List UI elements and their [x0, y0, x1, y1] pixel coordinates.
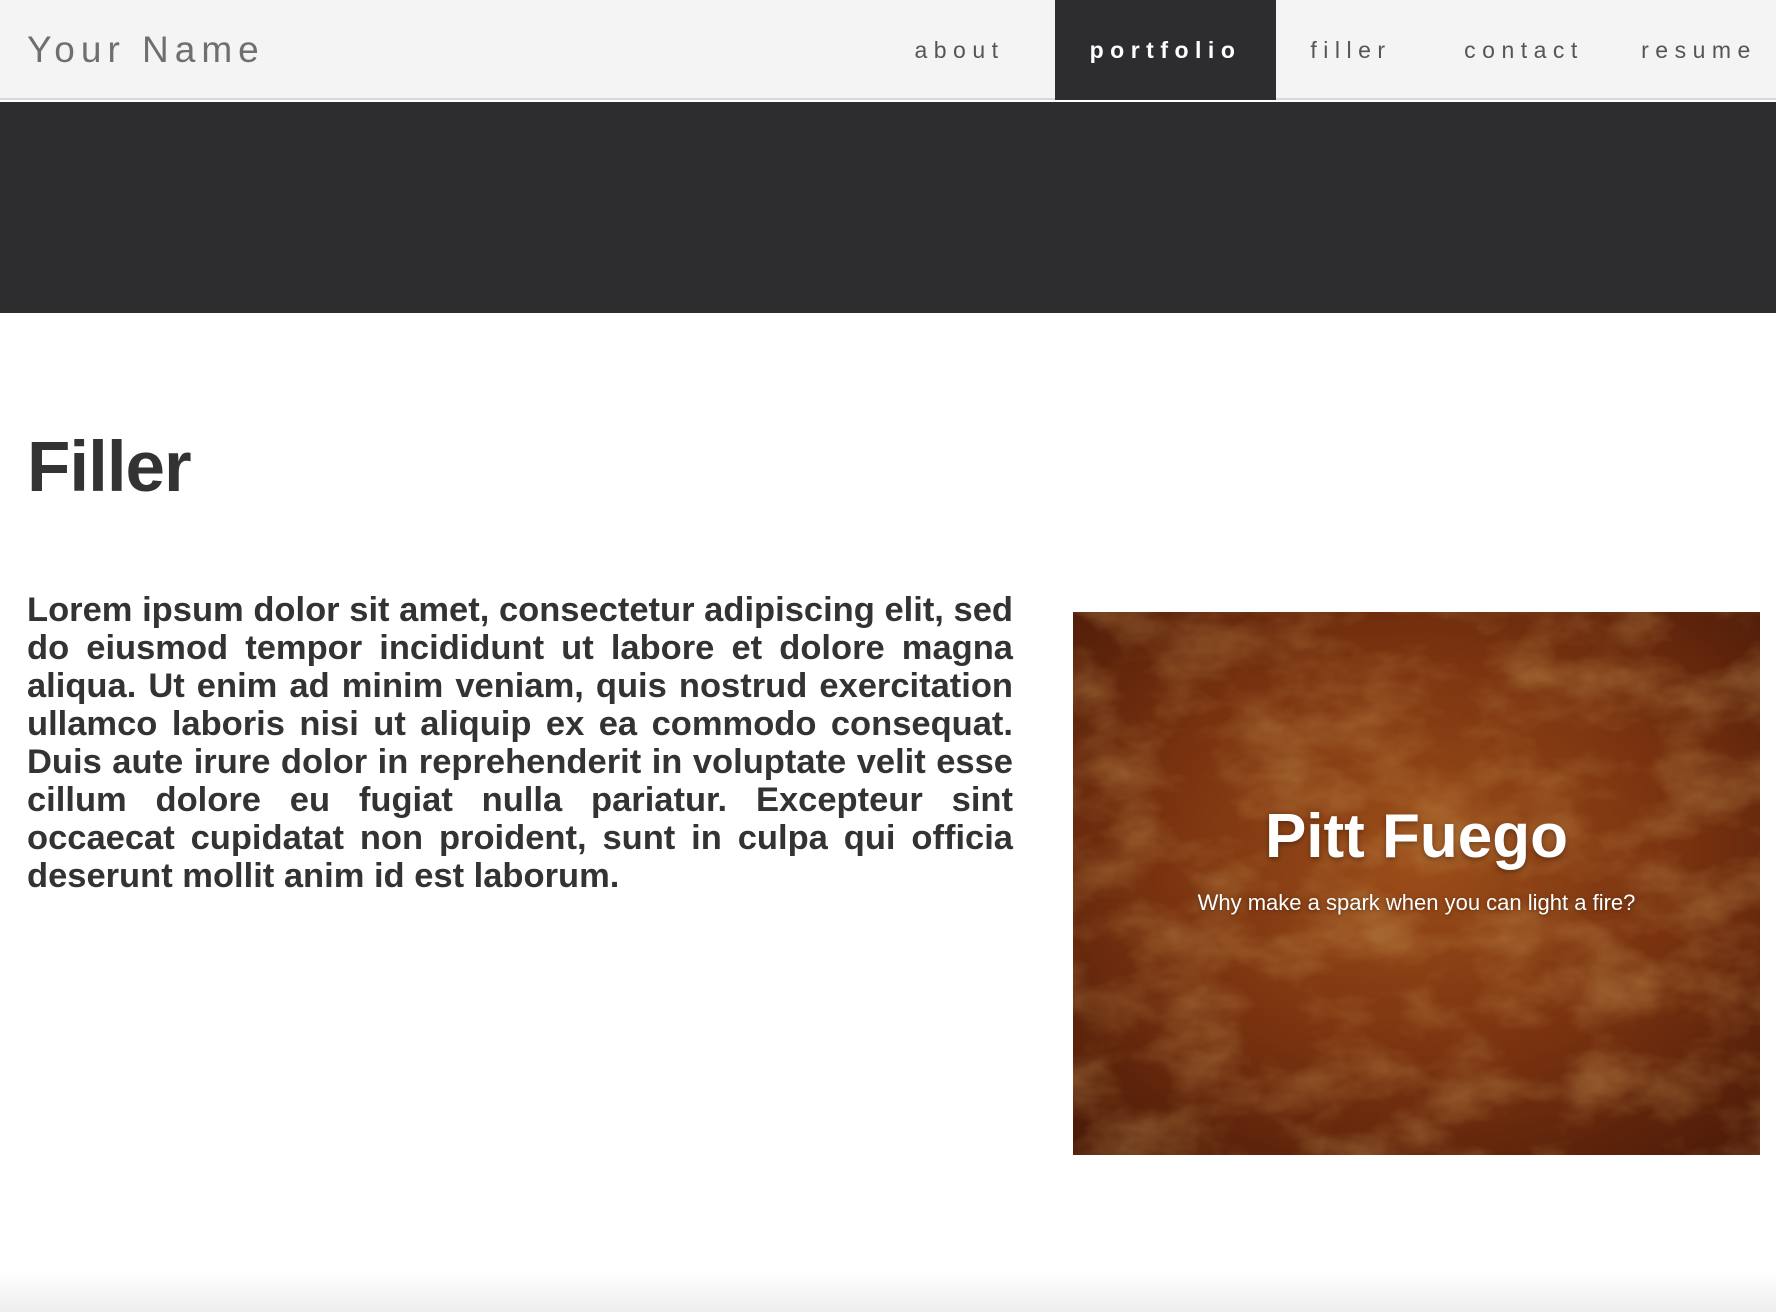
project-card-pitt-fuego[interactable]: Pitt Fuego Why make a spark when you can… [1073, 612, 1760, 1155]
nav-item-portfolio[interactable]: portfolio [1055, 0, 1276, 100]
project-title: Pitt Fuego [1264, 802, 1569, 871]
site-brand[interactable]: Your Name [27, 0, 265, 100]
top-navbar: Your Name about portfolio filler contact… [0, 0, 1776, 100]
fire-background-image [1073, 612, 1760, 1155]
nav-item-contact[interactable]: contact [1426, 0, 1622, 100]
footer-fade [0, 1272, 1776, 1312]
section-title: Filler [27, 428, 192, 507]
main-nav: about portfolio filler contact resume [864, 0, 1776, 100]
section-body-text: Lorem ipsum dolor sit amet, consectetur … [27, 591, 1013, 895]
nav-item-filler[interactable]: filler [1276, 0, 1426, 100]
nav-item-resume[interactable]: resume [1622, 0, 1776, 100]
hero-banner [0, 102, 1776, 313]
nav-item-about[interactable]: about [864, 0, 1055, 100]
project-tagline: Why make a spark when you can light a fi… [1197, 890, 1636, 915]
